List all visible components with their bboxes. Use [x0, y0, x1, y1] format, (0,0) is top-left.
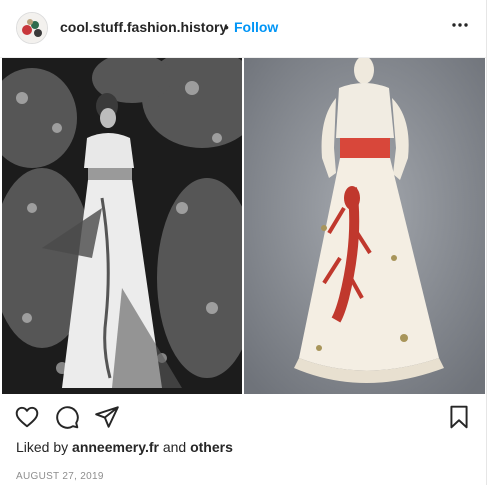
- photo-right-panel: [244, 58, 485, 394]
- lobster-dress-illustration: [244, 58, 485, 394]
- post-date[interactable]: AUGUST 27, 2019: [16, 471, 104, 482]
- photo-left-panel: [2, 58, 242, 394]
- more-horizontal-icon[interactable]: [452, 22, 468, 28]
- post-header: cool.stuff.fashion.history • Follow: [0, 0, 486, 58]
- action-bar: [0, 398, 486, 438]
- heart-icon[interactable]: [14, 404, 40, 430]
- profile-avatar[interactable]: [16, 12, 48, 44]
- paper-plane-icon[interactable]: [94, 404, 120, 430]
- garden-photo-illustration: [2, 58, 242, 394]
- avatar-image: [17, 13, 47, 43]
- post-photo[interactable]: [2, 58, 485, 394]
- instagram-post: cool.stuff.fashion.history • Follow Like…: [0, 0, 487, 485]
- likes-summary: Liked by anneemery.fr and others: [16, 439, 233, 455]
- bookmark-icon[interactable]: [446, 404, 472, 430]
- likes-conjunction: and: [162, 439, 187, 455]
- post-username[interactable]: cool.stuff.fashion.history: [60, 19, 227, 35]
- likes-prefix: Liked by: [16, 439, 69, 455]
- header-separator: •: [224, 19, 229, 35]
- comment-icon[interactable]: [54, 404, 80, 430]
- follow-button[interactable]: Follow: [234, 19, 278, 35]
- likes-others-link[interactable]: others: [190, 439, 233, 455]
- liked-by-user-link[interactable]: anneemery.fr: [72, 439, 159, 455]
